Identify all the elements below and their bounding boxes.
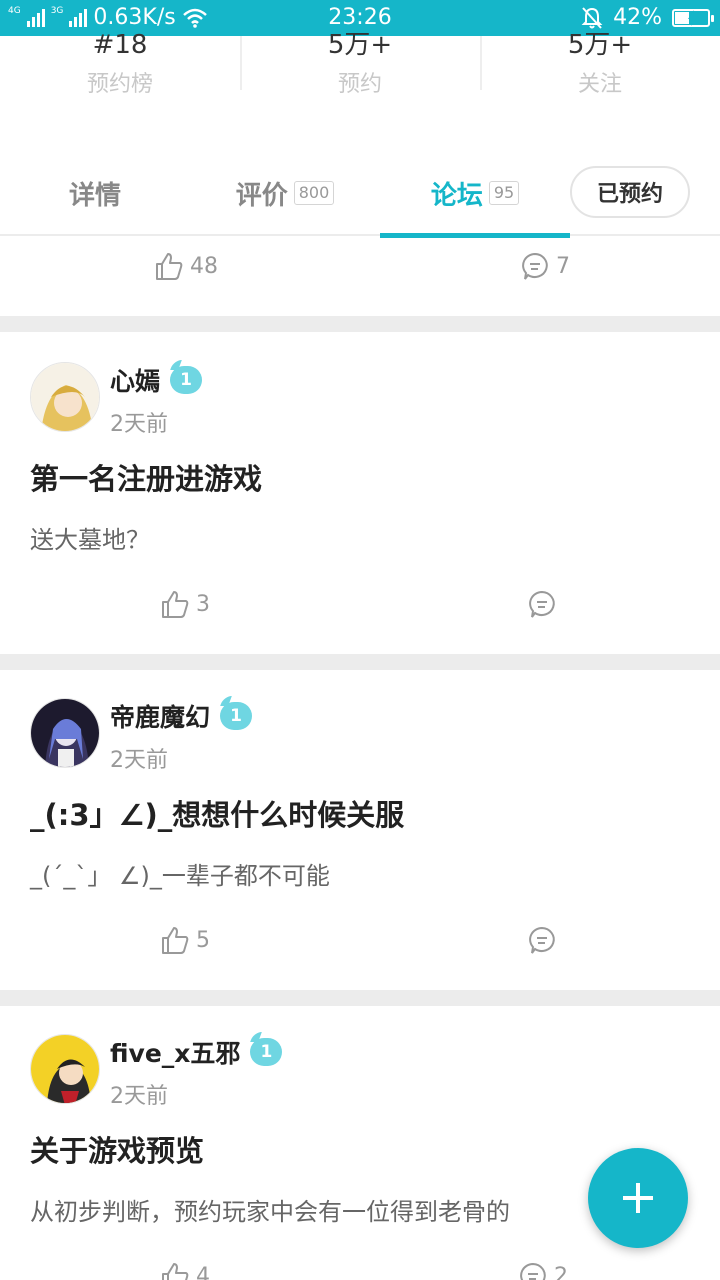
charging-bolt-icon <box>688 9 698 26</box>
like-button[interactable]: 3 <box>160 586 210 622</box>
avatar[interactable] <box>30 1034 100 1104</box>
forum-post[interactable]: 帝鹿魔幻 1 2天前 _(:3」∠)_想想什么时候关服 _(´_`」 ∠)_一辈子… <box>0 670 720 990</box>
comment-button[interactable] <box>527 922 563 958</box>
comment-button[interactable]: 7 <box>520 248 570 284</box>
stat-value: 5万+ <box>567 30 633 60</box>
like-count: 5 <box>196 927 210 953</box>
stat-value: 5万+ <box>327 30 393 60</box>
post-actions: 3 <box>0 586 720 626</box>
tab-label: 详情 <box>68 180 121 211</box>
post-body[interactable]: 送大墓地？ <box>30 520 150 555</box>
level-badge: 1 <box>170 366 203 394</box>
avatar[interactable] <box>30 698 100 768</box>
screen: 4G 3G 0.63K/s 23:26 42% #18 预约榜 5万+ 预约 5… <box>0 0 720 1280</box>
thumbs-up-icon <box>162 591 189 618</box>
username[interactable]: 帝鹿魔幻 1 <box>110 698 253 734</box>
post-actions: 48 7 <box>0 248 720 288</box>
username-text: 帝鹿魔幻 <box>110 703 211 732</box>
stat-label: 预约 <box>337 72 382 97</box>
like-count: 48 <box>190 253 218 279</box>
post-body[interactable]: _(´_`」 ∠)_一辈子都不可能 <box>30 856 330 891</box>
post-time: 2天前 <box>110 412 168 437</box>
post-time: 2天前 <box>110 748 168 773</box>
username[interactable]: five_x五邪 1 <box>110 1034 283 1070</box>
tab-label: 论坛 <box>430 180 483 211</box>
forum-post[interactable]: 心嫣 1 2天前 第一名注册进游戏 送大墓地？ 3 <box>0 332 720 654</box>
comment-icon <box>522 252 548 280</box>
stat-label: 预约榜 <box>86 72 153 97</box>
reserved-button[interactable]: 已预约 <box>570 166 690 218</box>
stat-value: #18 <box>92 30 148 60</box>
post-actions: 5 <box>0 922 720 962</box>
plus-icon <box>623 1183 653 1213</box>
comment-button[interactable] <box>527 586 563 622</box>
like-count: 4 <box>196 1263 210 1280</box>
tab-reviews[interactable]: 评价 800 <box>190 150 380 236</box>
comment-count: 7 <box>556 253 570 279</box>
comment-button[interactable]: 2 <box>518 1258 568 1280</box>
bell-muted-icon <box>581 6 603 29</box>
tab-count-badge: 800 <box>293 181 335 205</box>
level-badge: 1 <box>250 1038 283 1066</box>
like-button[interactable]: 4 <box>160 1258 210 1280</box>
tab-label: 评价 <box>235 180 288 211</box>
post-actions: 4 2 <box>0 1258 720 1280</box>
comment-count: 2 <box>554 1263 568 1280</box>
section-divider <box>0 654 720 670</box>
like-button[interactable]: 48 <box>154 248 218 284</box>
comment-icon <box>529 926 555 954</box>
post-body[interactable]: 从初步判断，预约玩家中会有一位得到老骨的 <box>30 1192 510 1227</box>
status-right: 42% <box>581 5 714 30</box>
comment-icon <box>529 590 555 618</box>
comment-icon <box>520 1262 546 1280</box>
section-divider <box>0 316 720 332</box>
active-tab-indicator <box>380 233 570 238</box>
thumbs-up-icon <box>162 927 189 954</box>
avatar[interactable] <box>30 362 100 432</box>
tab-count-badge: 95 <box>488 181 520 205</box>
section-divider <box>0 990 720 1006</box>
post-title[interactable]: 关于游戏预览 <box>30 1128 204 1170</box>
battery-percent: 42% <box>613 5 662 30</box>
like-button[interactable]: 5 <box>160 922 210 958</box>
battery-icon <box>672 8 714 27</box>
tab-forum[interactable]: 论坛 95 <box>380 150 570 238</box>
thumbs-up-icon <box>156 253 183 280</box>
thumbs-up-icon <box>162 1263 189 1280</box>
tab-details[interactable]: 详情 <box>0 150 190 236</box>
username[interactable]: 心嫣 1 <box>110 362 203 398</box>
game-stats: #18 预约榜 5万+ 预约 5万+ 关注 <box>0 32 720 102</box>
username-text: five_x五邪 <box>110 1039 241 1068</box>
like-count: 3 <box>196 591 210 617</box>
post-title[interactable]: _(:3」∠)_想想什么时候关服 <box>30 792 404 834</box>
username-text: 心嫣 <box>110 367 161 396</box>
stat-follows: 5万+ 关注 <box>480 32 720 102</box>
level-badge: 1 <box>220 702 253 730</box>
stat-rank[interactable]: #18 预约榜 <box>0 32 240 102</box>
new-post-button[interactable] <box>588 1148 688 1248</box>
post-title[interactable]: 第一名注册进游戏 <box>30 456 262 498</box>
stat-reservations: 5万+ 预约 <box>240 32 480 102</box>
post-time: 2天前 <box>110 1084 168 1109</box>
stat-label: 关注 <box>577 72 622 97</box>
